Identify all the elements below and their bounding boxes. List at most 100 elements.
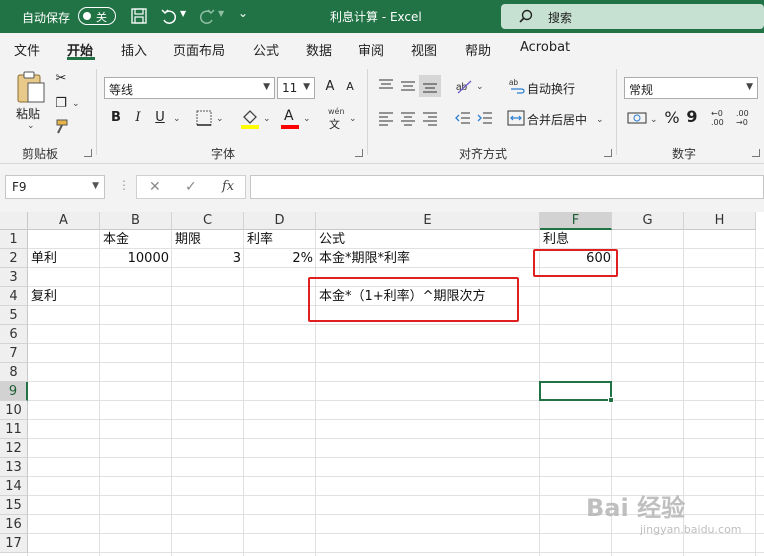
borders-icon[interactable] [196,110,212,126]
row-header-2[interactable]: 2 [0,249,28,268]
orientation-dropdown-icon[interactable]: ⌄ [476,82,484,92]
save-icon[interactable] [130,7,148,25]
paste-dropdown-icon[interactable]: ⌄ [27,121,35,131]
fill-color-dropdown-icon[interactable]: ⌄ [263,114,271,124]
font-launcher-icon[interactable] [355,149,363,157]
decrease-indent-icon[interactable] [455,110,471,126]
column-header-h[interactable]: H [684,212,756,230]
borders-dropdown-icon[interactable]: ⌄ [216,114,224,124]
cell-f1[interactable]: 利息 [543,230,609,249]
decrease-decimal-button[interactable]: .00 →0 [736,109,758,129]
column-header-e[interactable]: E [316,212,540,230]
accounting-format-icon[interactable] [627,110,647,126]
cell-a4[interactable]: 复利 [31,287,97,306]
italic-button[interactable]: I [128,108,148,128]
column-header-c[interactable]: C [172,212,244,230]
enter-icon[interactable]: ✓ [185,179,197,195]
align-bottom-button[interactable] [419,75,441,97]
cell-b1[interactable]: 本金 [103,230,169,249]
column-header-a[interactable]: A [28,212,100,230]
font-color-dropdown-icon[interactable]: ⌄ [303,114,311,124]
fill-handle[interactable] [608,397,614,403]
cell-b2[interactable]: 10000 [103,249,169,268]
tab-file[interactable]: 文件 [14,40,40,59]
row-header-1[interactable]: 1 [0,230,28,249]
shrink-font-icon[interactable]: A [340,77,360,97]
increase-decimal-button[interactable]: ←0 .00 [711,109,731,129]
phonetic-dropdown-icon[interactable]: ⌄ [349,114,357,124]
search-box[interactable]: 搜索 [501,4,764,29]
cell-d2[interactable]: 2% [247,249,313,268]
name-box[interactable]: F9 ▼ [5,175,105,199]
align-center-icon[interactable] [400,110,416,126]
align-top-icon[interactable] [378,78,394,94]
tab-help[interactable]: 帮助 [465,40,491,59]
font-size-combo[interactable]: 11 ▼ [277,77,315,99]
cancel-icon[interactable]: ✕ [149,179,161,195]
select-all-corner[interactable] [0,212,28,230]
phonetic-guide-icon[interactable]: wén 文 [325,107,349,131]
tab-formulas[interactable]: 公式 [253,40,279,59]
font-color-icon[interactable]: A [280,108,300,130]
more-options-icon[interactable]: ⋮ [118,178,130,192]
tab-insert[interactable]: 插入 [121,40,147,59]
percent-style-button[interactable]: % [662,108,682,128]
row-header-4[interactable]: 4 [0,287,28,306]
row-header-9[interactable]: 9 [0,382,28,401]
undo-dropdown-icon[interactable]: ▼ [180,9,198,27]
row-header-16[interactable]: 16 [0,515,28,534]
customize-toolbar-icon[interactable]: ⌄ [238,6,256,24]
undo-icon[interactable] [160,7,178,25]
row-header-15[interactable]: 15 [0,496,28,515]
align-left-icon[interactable] [378,110,394,126]
autosave-toggle[interactable]: 关 [78,7,116,25]
column-header-b[interactable]: B [100,212,172,230]
row-header-10[interactable]: 10 [0,401,28,420]
underline-dropdown-icon[interactable]: ⌄ [173,114,181,124]
row-header-14[interactable]: 14 [0,477,28,496]
font-name-combo[interactable]: 等线 ▼ [104,77,275,99]
tab-acrobat[interactable]: Acrobat [520,40,570,55]
merge-center-label[interactable]: 合并后居中 [527,111,587,128]
cut-icon[interactable]: ✂ [51,69,71,89]
clipboard-launcher-icon[interactable] [84,149,92,157]
copy-icon[interactable]: ❐ [51,94,71,114]
column-header-g[interactable]: G [612,212,684,230]
bold-button[interactable]: B [106,108,126,128]
tab-review[interactable]: 审阅 [358,40,384,59]
comma-style-button[interactable]: 9 [682,107,702,127]
column-header-d[interactable]: D [244,212,316,230]
active-cell-selection[interactable] [539,381,614,403]
redo-icon[interactable] [198,7,216,25]
number-format-combo[interactable]: 常规 ▼ [624,77,758,99]
tab-page-layout[interactable]: 页面布局 [173,40,225,59]
cell-d1[interactable]: 利率 [247,230,313,249]
cell-e1[interactable]: 公式 [319,230,537,249]
copy-dropdown-icon[interactable]: ⌄ [72,99,80,109]
row-header-3[interactable]: 3 [0,268,28,287]
cell-a2[interactable]: 单利 [31,249,97,268]
column-header-f[interactable]: F [540,212,612,230]
grow-font-icon[interactable]: A [320,77,340,97]
row-header-8[interactable]: 8 [0,363,28,382]
merge-center-icon[interactable] [507,110,525,126]
fill-color-icon[interactable] [240,108,260,130]
row-header-12[interactable]: 12 [0,439,28,458]
row-header-13[interactable]: 13 [0,458,28,477]
wrap-text-icon[interactable]: ab [509,77,525,95]
redo-dropdown-icon[interactable]: ▼ [218,9,236,27]
orientation-icon[interactable]: ab [455,77,473,95]
row-header-5[interactable]: 5 [0,306,28,325]
paste-icon[interactable] [15,70,47,104]
row-header-11[interactable]: 11 [0,420,28,439]
accounting-dropdown-icon[interactable]: ⌄ [650,115,658,125]
increase-indent-icon[interactable] [477,110,493,126]
tab-data[interactable]: 数据 [306,40,332,59]
number-launcher-icon[interactable] [752,149,760,157]
tab-view[interactable]: 视图 [411,40,437,59]
merge-dropdown-icon[interactable]: ⌄ [596,115,604,125]
wrap-text-label[interactable]: 自动换行 [527,80,575,97]
cell-e2[interactable]: 本金*期限*利率 [319,249,537,268]
align-right-icon[interactable] [422,110,438,126]
cell-c1[interactable]: 期限 [175,230,241,249]
